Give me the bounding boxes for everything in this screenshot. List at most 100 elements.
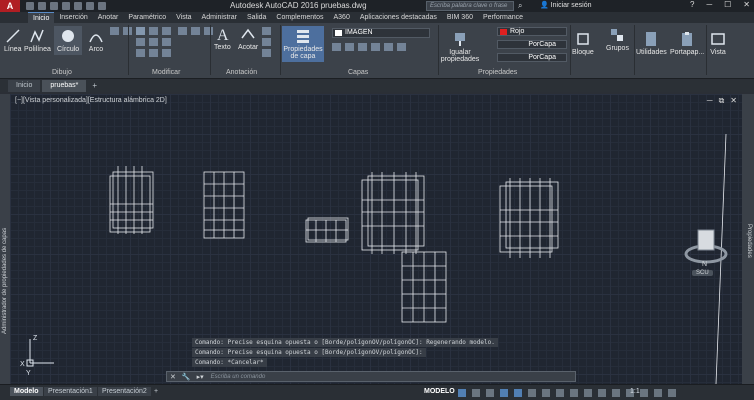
tab-aplicaciones[interactable]: Aplicaciones destacadas bbox=[355, 12, 442, 23]
redo-icon[interactable] bbox=[98, 2, 106, 10]
offset-icon[interactable] bbox=[204, 27, 213, 35]
snap-icon[interactable] bbox=[472, 389, 480, 397]
file-tab-pruebas[interactable]: pruebas* bbox=[42, 80, 87, 92]
panel-label-capas[interactable]: Capas bbox=[348, 69, 368, 76]
block-button[interactable]: Bloque bbox=[572, 31, 594, 56]
scale-icon[interactable] bbox=[149, 49, 158, 57]
leader-icon[interactable] bbox=[262, 38, 271, 46]
new-file-tab-button[interactable]: + bbox=[88, 80, 101, 92]
close-icon[interactable]: ✕ bbox=[743, 0, 750, 9]
grid-icon[interactable] bbox=[458, 389, 466, 397]
layer-tool-icon[interactable] bbox=[345, 43, 354, 51]
selection-cycling-icon[interactable] bbox=[570, 389, 578, 397]
workspace-icon[interactable] bbox=[612, 389, 620, 397]
move-icon[interactable] bbox=[136, 27, 145, 35]
sign-in-button[interactable]: 👤 Iniciar sesión bbox=[540, 1, 592, 9]
layer-tool-icon[interactable] bbox=[397, 43, 406, 51]
command-customize-icon[interactable]: 🔧 bbox=[179, 373, 194, 381]
trim-icon[interactable] bbox=[162, 27, 171, 35]
text-button[interactable]: A Texto bbox=[214, 26, 231, 51]
rotate-icon[interactable] bbox=[149, 27, 158, 35]
linetype-dropdown[interactable]: PorCapa bbox=[497, 40, 567, 49]
tab-vista[interactable]: Vista bbox=[171, 12, 196, 23]
new-icon[interactable] bbox=[26, 2, 34, 10]
file-tab-home[interactable]: Inicio bbox=[8, 80, 41, 92]
dimension-button[interactable]: Acotar bbox=[238, 26, 258, 51]
fillet-icon[interactable] bbox=[162, 38, 171, 46]
maximize-icon[interactable]: ☐ bbox=[724, 0, 731, 9]
tab-anotar[interactable]: Anotar bbox=[93, 12, 124, 23]
stretch-icon[interactable] bbox=[136, 49, 145, 57]
line-button[interactable]: Línea bbox=[4, 28, 22, 53]
panel-label-dibujo[interactable]: Dibujo bbox=[52, 69, 72, 76]
view-button[interactable]: Vista bbox=[710, 31, 726, 56]
app-menu-button[interactable]: A bbox=[0, 0, 20, 12]
osnap-icon[interactable] bbox=[514, 389, 522, 397]
lineweight-dropdown[interactable]: PorCapa bbox=[497, 53, 567, 62]
copy-icon[interactable] bbox=[136, 38, 145, 46]
search-input[interactable]: Escriba palabra clave o frase bbox=[426, 1, 514, 11]
panel-label-modificar[interactable]: Modificar bbox=[152, 69, 180, 76]
otrack-icon[interactable] bbox=[528, 389, 536, 397]
viewcube[interactable]: N SCU bbox=[682, 218, 732, 278]
tab-performance[interactable]: Performance bbox=[478, 12, 528, 23]
save-icon[interactable] bbox=[50, 2, 58, 10]
arc-button[interactable]: Arco bbox=[88, 28, 104, 53]
properties-palette[interactable]: Propiedades bbox=[742, 94, 754, 384]
add-layout-button[interactable]: + bbox=[150, 387, 162, 396]
lineweight-icon[interactable] bbox=[542, 389, 550, 397]
layer-tool-icon[interactable] bbox=[371, 43, 380, 51]
markup-icon[interactable] bbox=[262, 49, 271, 57]
array-icon[interactable] bbox=[162, 49, 171, 57]
tab-salida[interactable]: Salida bbox=[242, 12, 271, 23]
tab-a360[interactable]: A360 bbox=[329, 12, 355, 23]
transparency-icon[interactable] bbox=[556, 389, 564, 397]
layer-tool-icon[interactable] bbox=[332, 43, 341, 51]
clipboard-button[interactable]: Portapap... bbox=[670, 31, 704, 56]
hardware-accel-icon[interactable] bbox=[640, 389, 648, 397]
tab-bim360[interactable]: BIM 360 bbox=[442, 12, 478, 23]
color-dropdown[interactable]: Rojo bbox=[497, 27, 567, 36]
tab-parametrico[interactable]: Paramétrico bbox=[123, 12, 171, 23]
circle-button[interactable]: Círculo bbox=[54, 26, 83, 55]
layer-properties-palette[interactable]: Administrador de propiedades de capas bbox=[0, 94, 10, 384]
undo-icon[interactable] bbox=[86, 2, 94, 10]
tab-administrar[interactable]: Administrar bbox=[197, 12, 242, 23]
polar-icon[interactable] bbox=[500, 389, 508, 397]
table-icon[interactable] bbox=[262, 27, 271, 35]
help-icon[interactable]: ? bbox=[690, 0, 694, 9]
explode-icon[interactable] bbox=[191, 27, 200, 35]
mirror-icon[interactable] bbox=[149, 38, 158, 46]
command-line[interactable]: ✕ 🔧 ▸▾ Escriba un comando bbox=[166, 371, 576, 382]
ortho-icon[interactable] bbox=[486, 389, 494, 397]
ucs-dropdown[interactable]: SCU bbox=[692, 270, 713, 276]
match-properties-button[interactable]: Igualar propiedades bbox=[440, 31, 480, 63]
layer-tool-icon[interactable] bbox=[358, 43, 367, 51]
layer-tool-icon[interactable] bbox=[384, 43, 393, 51]
print-icon[interactable] bbox=[74, 2, 82, 10]
utilities-button[interactable]: Utilidades bbox=[636, 31, 667, 56]
tab-inicio[interactable]: Inicio bbox=[28, 12, 55, 23]
command-close-icon[interactable]: ✕ bbox=[167, 373, 179, 381]
rectangle-icon[interactable] bbox=[110, 27, 119, 35]
panel-label-propiedades[interactable]: Propiedades bbox=[478, 69, 517, 76]
tab-complementos[interactable]: Complementos bbox=[271, 12, 328, 23]
command-input[interactable]: Escriba un comando bbox=[207, 374, 266, 380]
layer-dropdown[interactable]: IMAGEN bbox=[332, 28, 430, 38]
annotation-visibility-icon[interactable] bbox=[584, 389, 592, 397]
annotation-scale-icon[interactable] bbox=[598, 389, 606, 397]
save-as-icon[interactable] bbox=[62, 2, 70, 10]
groups-button[interactable]: Grupos bbox=[606, 27, 629, 52]
search-icon[interactable]: ⌕ bbox=[518, 1, 522, 11]
annotation-scale-value[interactable]: 1:1 bbox=[630, 388, 640, 395]
layer-properties-button[interactable]: Propiedades de capa bbox=[282, 26, 324, 62]
polyline-button[interactable]: Polilínea bbox=[24, 28, 51, 53]
erase-icon[interactable] bbox=[178, 27, 187, 35]
model-space-button[interactable]: MODELO bbox=[424, 388, 455, 395]
layout-tab-presentacion1[interactable]: Presentación1 bbox=[44, 387, 97, 396]
clean-screen-icon[interactable] bbox=[654, 389, 662, 397]
panel-label-anotacion[interactable]: Anotación bbox=[226, 69, 257, 76]
minimize-icon[interactable]: ─ bbox=[706, 0, 712, 9]
layout-tab-presentacion2[interactable]: Presentación2 bbox=[98, 387, 151, 396]
open-icon[interactable] bbox=[38, 2, 46, 10]
